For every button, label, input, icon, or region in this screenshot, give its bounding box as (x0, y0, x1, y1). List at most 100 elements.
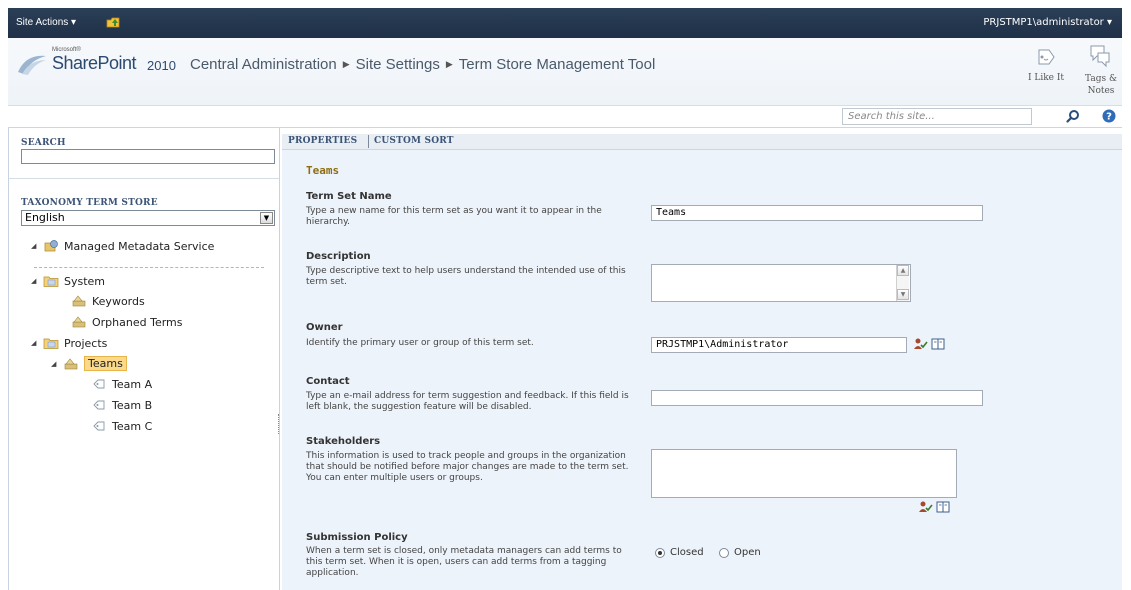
term-set-title: Teams (306, 164, 340, 177)
radio-open[interactable]: Open (719, 547, 761, 558)
scroll-up-icon[interactable]: ▲ (897, 265, 909, 276)
user-menu[interactable]: PRJSTMP1\administrator ▾ (983, 17, 1112, 28)
dropdown-arrow-icon[interactable]: ▼ (260, 212, 273, 224)
description-label: Description (306, 251, 371, 262)
tags-notes-icon[interactable] (1088, 44, 1112, 68)
language-value: English (25, 211, 65, 224)
sharepoint-logo-icon (18, 55, 46, 75)
contact-input[interactable] (651, 390, 983, 406)
svg-text:?: ? (1106, 112, 1112, 123)
breadcrumb-separator-icon: ▶ (445, 59, 453, 69)
stakeholders-input[interactable] (651, 449, 957, 498)
i-like-it-icon[interactable] (1035, 46, 1057, 68)
expand-triangle-icon[interactable]: ◢ (31, 242, 39, 250)
expand-triangle-icon[interactable]: ◢ (51, 360, 59, 368)
submission-policy-label: Submission Policy (306, 532, 408, 543)
tree-node-projects[interactable]: ◢ Projects (31, 336, 107, 350)
tree-label: Managed Metadata Service (64, 239, 215, 253)
tree-label: Keywords (92, 294, 145, 308)
contact-label: Contact (306, 376, 350, 387)
language-select[interactable]: English ▼ (21, 210, 275, 226)
breadcrumb-separator-icon: ▶ (342, 59, 350, 69)
tab-divider (368, 135, 369, 148)
term-tag-icon (93, 400, 105, 410)
description-help: Type descriptive text to help users unde… (306, 266, 626, 287)
stakeholders-label: Stakeholders (306, 436, 381, 447)
description-scrollbar[interactable]: ▲ ▼ (896, 265, 909, 301)
tags-label-line2: Notes (1087, 86, 1115, 96)
term-set-icon (64, 358, 78, 369)
tree-label: System (64, 274, 106, 288)
breadcrumb-site-settings[interactable]: Site Settings (356, 56, 440, 73)
check-names-icon[interactable] (919, 501, 933, 513)
term-group-folder-icon (43, 276, 59, 287)
check-names-icon[interactable] (914, 338, 928, 350)
properties-panel: Teams Term Set Name Type a new name for … (282, 150, 1122, 590)
ribbon-bar: Site Actions ▾ PRJSTMP1\administrator ▾ (8, 8, 1122, 38)
term-set-name-description: Type a new name for this term set as you… (306, 206, 602, 227)
tree-node-orphaned-terms[interactable]: Orphaned Terms (71, 315, 183, 329)
metadata-service-icon (44, 240, 58, 252)
sharepoint-wordmark: SharePoint (52, 53, 137, 73)
breadcrumb-current-page: Term Store Management Tool (458, 56, 656, 73)
tree-node-teams[interactable]: ◢ Teams (51, 356, 127, 371)
owner-input[interactable]: PRJSTMP1\Administrator (651, 337, 907, 353)
radio-closed-label: Closed (670, 547, 704, 558)
tree-label: Team B (112, 398, 153, 412)
navigate-up-icon[interactable] (106, 15, 120, 28)
radio-closed[interactable]: Closed (655, 547, 704, 558)
browse-directory-icon[interactable] (936, 501, 950, 513)
tree-divider (34, 267, 264, 268)
radio-open-indicator[interactable] (719, 547, 729, 558)
term-set-name-label: Term Set Name (306, 191, 392, 202)
tags-label-line1: Tags & (1085, 74, 1117, 84)
breadcrumb: Central Administration ▶ Site Settings ▶… (190, 56, 655, 73)
tree-label: Team C (112, 419, 153, 433)
help-icon[interactable]: ? (1102, 109, 1116, 123)
search-header: SEARCH (21, 138, 66, 148)
site-actions-menu[interactable]: Site Actions ▾ (16, 17, 76, 28)
owner-label: Owner (306, 322, 343, 333)
tab-properties[interactable]: PROPERTIES (288, 136, 357, 146)
owner-help: Identify the primary user or group of th… (306, 338, 534, 348)
stakeholders-help: This information is used to track people… (306, 451, 629, 483)
site-search-input[interactable] (842, 108, 1032, 125)
term-search-input[interactable] (21, 149, 275, 164)
tree-label-selected: Teams (84, 356, 127, 371)
tree-node-team-c[interactable]: Team C (91, 419, 152, 433)
search-strip: ? (8, 106, 1122, 128)
title-area: Microsoft® SharePoint 2010 Central Admin… (8, 38, 1122, 106)
description-textarea[interactable] (651, 264, 911, 302)
term-set-name-input[interactable]: Teams (651, 205, 983, 221)
tree-node-system[interactable]: ◢ System (31, 274, 105, 288)
contact-help: Type an e-mail address for term suggesti… (306, 391, 629, 412)
i-like-it-label[interactable]: I Like It (1023, 73, 1069, 83)
term-tag-icon (93, 421, 105, 431)
search-icon[interactable] (1066, 109, 1080, 123)
left-navigation-panel: SEARCH TAXONOMY TERM STORE English ▼ ◢ M… (8, 128, 280, 590)
tree-node-team-b[interactable]: Team B (91, 398, 152, 412)
taxonomy-header: TAXONOMY TERM STORE (21, 198, 158, 208)
tags-notes-label[interactable]: Tags & Notes (1082, 73, 1120, 97)
submission-policy-help: When a term set is closed, only metadata… (306, 546, 622, 578)
browse-directory-icon[interactable] (931, 338, 945, 350)
expand-triangle-icon[interactable]: ◢ (31, 339, 39, 347)
tree-label: Projects (64, 336, 108, 350)
properties-tab-bar: PROPERTIES CUSTOM SORT (282, 134, 1122, 150)
divider (9, 178, 279, 179)
tree-node-managed-metadata-service[interactable]: ◢ Managed Metadata Service (31, 239, 214, 253)
term-group-folder-icon (43, 338, 59, 349)
tree-label: Team A (112, 377, 153, 391)
breadcrumb-central-admin[interactable]: Central Administration (190, 56, 337, 73)
radio-open-label: Open (734, 547, 761, 558)
expand-triangle-icon[interactable]: ◢ (31, 277, 39, 285)
term-set-icon (72, 316, 86, 328)
tab-custom-sort[interactable]: CUSTOM SORT (374, 136, 454, 146)
scroll-down-icon[interactable]: ▼ (897, 289, 909, 300)
tree-node-team-a[interactable]: Team A (91, 377, 152, 391)
term-set-icon (72, 295, 86, 307)
radio-closed-indicator[interactable] (655, 547, 665, 558)
tree-node-keywords[interactable]: Keywords (71, 294, 145, 308)
sharepoint-year: 2010 (147, 58, 176, 73)
panel-splitter-handle[interactable] (278, 414, 281, 434)
